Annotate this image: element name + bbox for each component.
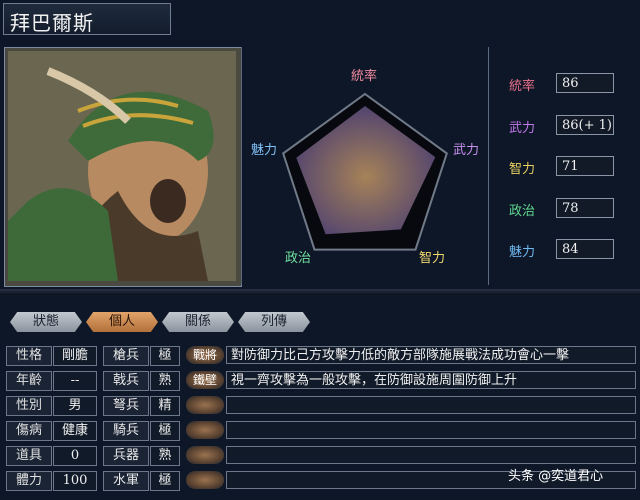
aptitude-value: 熟 [150, 446, 180, 466]
radar-panel: 統率 武力 智力 政治 魅力 [241, 47, 489, 285]
tab-biography[interactable]: 列傳 [238, 312, 310, 332]
stat-label-zhili: 智力 [509, 162, 536, 177]
tab-relations[interactable]: 關係 [162, 312, 234, 332]
stat-value-zhili: 71 [556, 156, 614, 176]
general-name: 拜巴爾斯 [10, 11, 94, 35]
personal-label: 傷病 [6, 421, 52, 441]
stat-label-meili: 魅力 [509, 245, 536, 260]
personal-value: 剛膽 [53, 346, 97, 366]
personal-label: 體力 [6, 471, 52, 491]
skill-slot-empty [186, 396, 224, 414]
skill-description [226, 421, 636, 439]
radar-label-meili: 魅力 [251, 143, 277, 158]
skill-name[interactable]: 戰將 [186, 346, 224, 364]
tab-personal[interactable]: 個人 [86, 312, 158, 332]
skill-description [226, 446, 636, 464]
aptitude-label: 戟兵 [103, 371, 149, 391]
personal-value: 0 [53, 446, 97, 466]
stat-label-wuli: 武力 [509, 121, 536, 136]
skill-slot-empty [186, 446, 224, 464]
aptitude-value: 極 [150, 346, 180, 366]
aptitude-label: 水軍 [103, 471, 149, 491]
stat-value-zhengzhi: 78 [556, 198, 614, 218]
watermark-text: 头条 @奕道君心 [508, 469, 604, 484]
stat-label-tongshuai: 統率 [509, 79, 536, 94]
aptitude-value: 精 [150, 396, 180, 416]
tab-status[interactable]: 狀態 [10, 312, 82, 332]
stat-value-meili: 84 [556, 239, 614, 259]
personal-label: 性別 [6, 396, 52, 416]
skill-description: 對防御力比己方攻擊力低的敵方部隊施展戰法成功會心一擊 [226, 346, 636, 364]
radar-label-wuli: 武力 [453, 143, 479, 158]
personal-label: 道具 [6, 446, 52, 466]
personal-value: -- [53, 371, 97, 391]
aptitude-label: 槍兵 [103, 346, 149, 366]
radar-label-zhengzhi: 政治 [285, 251, 311, 266]
skill-slot-empty [186, 471, 224, 489]
personal-label: 性格 [6, 346, 52, 366]
skill-slot-empty [186, 421, 224, 439]
radar-label-zhili: 智力 [419, 251, 445, 266]
aptitude-label: 騎兵 [103, 421, 149, 441]
skill-description [226, 396, 636, 414]
aptitude-value: 極 [150, 471, 180, 491]
skill-name[interactable]: 鐵壁 [186, 371, 224, 389]
stat-value-tongshuai: 86 [556, 73, 614, 93]
general-name-box: 拜巴爾斯 [3, 3, 171, 35]
personal-value: 100 [53, 471, 97, 491]
stat-value-wuli: 86(+ 1) [556, 115, 614, 135]
aptitude-label: 兵器 [103, 446, 149, 466]
personal-label: 年齡 [6, 371, 52, 391]
aptitude-value: 熟 [150, 371, 180, 391]
stat-label-zhengzhi: 政治 [509, 204, 536, 219]
personal-value: 男 [53, 396, 97, 416]
aptitude-label: 弩兵 [103, 396, 149, 416]
skill-description: 視一齊攻擊為一般攻擊，在防御設施周圍防御上升 [226, 371, 636, 389]
radar-chart: 統率 武力 智力 政治 魅力 [251, 68, 479, 266]
section-divider [0, 289, 640, 295]
radar-label-tongshuai: 統率 [351, 68, 377, 84]
personal-value: 健康 [53, 421, 97, 441]
aptitude-value: 極 [150, 421, 180, 441]
general-portrait [8, 51, 236, 281]
